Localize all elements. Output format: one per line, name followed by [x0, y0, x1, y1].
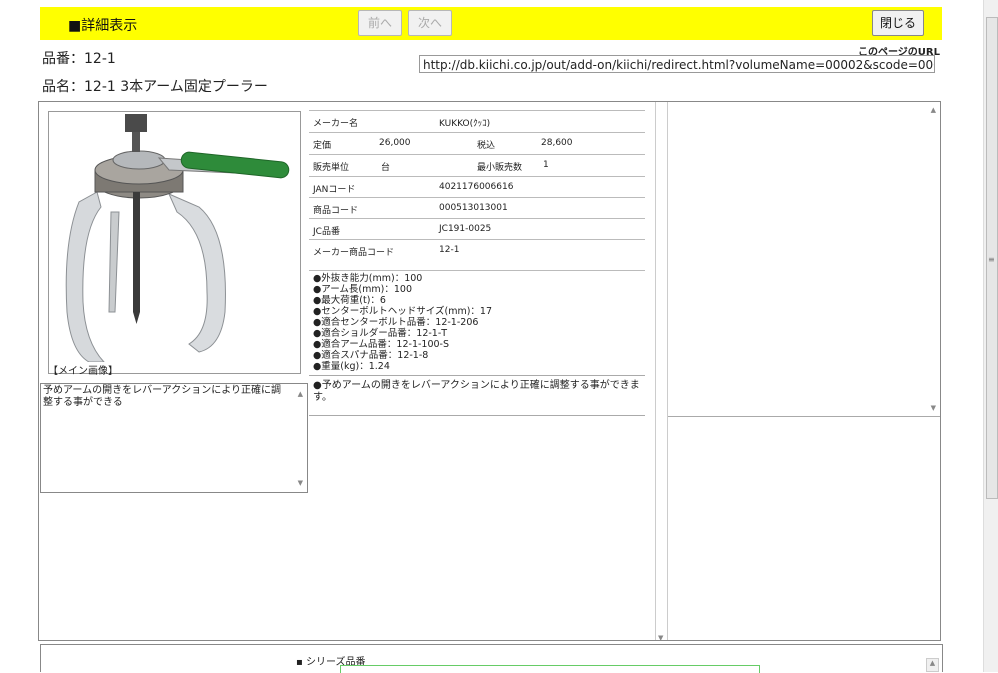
feature-list: ●外抜き能力(mm)：100 ●アーム長(mm)：100 ●最大荷重(t)：6 … [313, 273, 492, 372]
spec-label: 税込 [477, 141, 496, 151]
description-box[interactable]: 予めアームの開きをレバーアクションにより正確に調整する事ができる ▲ ▼ [40, 383, 308, 493]
next-button[interactable]: 次へ [408, 10, 452, 36]
spec-value: 台 [381, 163, 391, 173]
prev-button[interactable]: 前へ [358, 10, 402, 36]
spec-value: 1 [543, 160, 549, 170]
spec-row-maker: メーカー名 KUKKO(ｸｯｺ) [309, 110, 645, 132]
series-scrollbar[interactable]: ▲ [926, 658, 939, 672]
spec-row-price: 定価 26,000 税込 28,600 [309, 132, 645, 154]
page-url-field[interactable]: http://db.kiichi.co.jp/out/add-on/kiichi… [419, 55, 935, 73]
feature-item: ●外抜き能力(mm)：100 [313, 273, 423, 284]
spec-value: 4021176006616 [439, 182, 514, 192]
spec-value: 26,000 [379, 138, 411, 148]
spec-value: 12-1 [439, 245, 460, 255]
spec-row-maker-code: メーカー商品コード 12-1 [309, 239, 645, 271]
scroll-up-icon[interactable]: ▲ [927, 659, 938, 667]
spec-label: メーカー商品コード [313, 248, 395, 258]
spec-row-jan: JANコード 4021176006616 [309, 176, 645, 198]
bullet-icon: ▪ [296, 657, 306, 668]
spec-row-jc: JC品番 JC191-0025 [309, 218, 645, 240]
feature-item: ●適合アーム品番：12-1-100-S [313, 339, 450, 350]
right-pane: ▲ ▼ [668, 102, 940, 417]
close-button[interactable]: 閉じる [872, 10, 924, 36]
feature-item: ●重量(kg)：1.24 [313, 361, 390, 372]
product-name: 品名：12-1 3本アーム固定プーラー [42, 79, 268, 95]
puller-illustration [65, 114, 290, 363]
page-title: ■詳細表示 [68, 18, 138, 34]
image-caption: 【メイン画像】 [48, 366, 118, 377]
page-scrollbar[interactable]: ≡ [983, 0, 998, 672]
feature-item: ●最大荷重(t)：6 [313, 295, 386, 306]
product-number: 品番：12-1 [42, 51, 116, 67]
spec-value: KUKKO(ｸｯｺ) [439, 119, 491, 129]
feature-item: ●アーム長(mm)：100 [313, 284, 412, 295]
feature-item: ●適合スパナ品番：12-1-8 [313, 350, 429, 361]
feature-item: ●適合センターボルト品番：12-1-206 [313, 317, 479, 328]
spec-row-code: 商品コード 000513013001 [309, 197, 645, 219]
spec-label: JANコード [313, 185, 356, 195]
description-detail: ●予めアームの開きをレバーアクションにより正確に調整する事ができます。 [313, 380, 640, 403]
description-text: 予めアームの開きをレバーアクションにより正確に調整する事ができる [43, 385, 281, 408]
inner-scrollbar[interactable]: ▼ [655, 102, 668, 642]
scroll-down-icon[interactable]: ▼ [931, 404, 936, 412]
scroll-up-icon[interactable]: ▲ [298, 388, 303, 400]
feature-item: ●センターボルトヘッドサイズ(mm)：17 [313, 306, 493, 317]
header-bar: ■詳細表示 前へ 次へ 閉じる [40, 7, 942, 40]
divider-line [309, 375, 645, 376]
spec-label: 定価 [313, 141, 332, 151]
spec-label: JC品番 [313, 227, 340, 237]
scroll-up-icon[interactable]: ▲ [931, 106, 936, 114]
spec-label: メーカー名 [313, 119, 359, 129]
spec-row-unit: 販売単位 台 最小販売数 1 [309, 154, 645, 176]
spec-value: 28,600 [541, 138, 573, 148]
feature-item: ●適合ショルダー品番：12-1-T [313, 328, 448, 339]
divider-line [309, 415, 645, 416]
grip-icon: ≡ [988, 255, 995, 264]
scroll-down-icon[interactable]: ▼ [298, 477, 303, 489]
scroll-down-icon[interactable]: ▼ [658, 634, 663, 642]
spec-label: 商品コード [313, 206, 359, 216]
spec-value: JC191-0025 [439, 224, 492, 234]
spec-label: 販売単位 [313, 163, 350, 173]
spec-label: 最小販売数 [477, 163, 523, 173]
spec-value: 000513013001 [439, 203, 508, 213]
product-image [48, 111, 301, 374]
